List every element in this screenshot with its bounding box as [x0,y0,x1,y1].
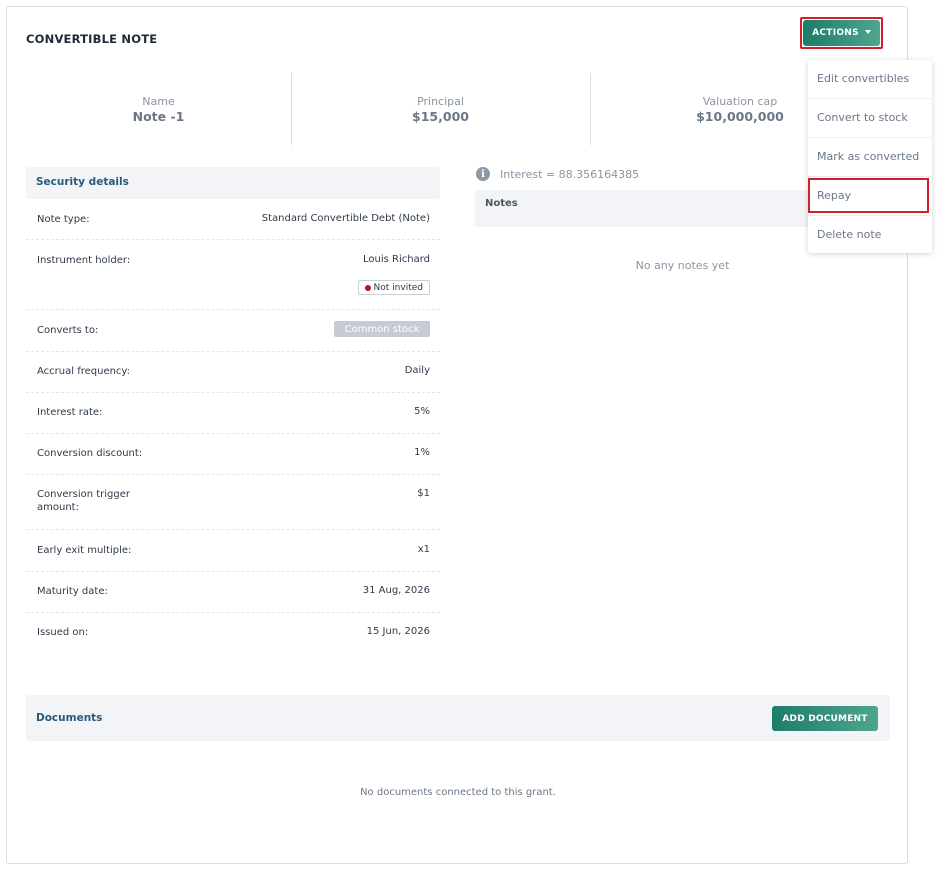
stat-value: $15,000 [412,109,469,124]
detail-key: Converts to: [37,325,99,336]
notes-empty-state: No any notes yet [635,259,730,272]
page-title: CONVERTIBLE NOTE [26,32,158,46]
detail-value: 5% [414,406,430,417]
actions-button[interactable]: ACTIONS [803,20,880,46]
status-badge-label: Not invited [373,282,423,293]
detail-row-instrument-holder: Instrument holder: Louis Richard Not inv… [26,254,440,310]
detail-key: Issued on: [37,627,89,638]
section-title: Security details [36,176,129,188]
detail-value: Standard Convertible Debt (Note) [261,213,430,224]
detail-row-converts-to: Converts to: Common stock [26,321,440,352]
detail-value: Daily [404,365,430,376]
menu-item-edit-convertibles[interactable]: Edit convertibles [808,60,932,99]
detail-key: Conversion trigger amount: [37,489,131,513]
detail-value: $1 [417,488,430,499]
detail-row-conversion-trigger: Conversion trigger amount: $1 [26,488,440,530]
menu-item-label: Edit convertibles [817,72,910,85]
stat-principal: Principal $15,000 [291,73,590,145]
interest-info: i Interest = 88.356164385 [476,167,639,181]
detail-value: x1 [417,544,430,555]
actions-label: ACTIONS [812,28,859,38]
convertible-note-card: CONVERTIBLE NOTE Name Note -1 Principal … [6,6,908,864]
detail-row-accrual-frequency: Accrual frequency: Daily [26,365,440,393]
info-icon: i [476,167,490,181]
menu-item-mark-as-converted[interactable]: Mark as converted [808,138,932,177]
stat-label: Principal [417,95,464,108]
add-document-button[interactable]: ADD DOCUMENT [772,706,878,731]
detail-key: Maturity date: [37,586,108,597]
detail-key: Interest rate: [37,407,103,418]
documents-empty-state: No documents connected to this grant. [360,787,556,798]
detail-row-issued-on: Issued on: 15 Jun, 2026 [26,626,440,654]
interest-text: Interest = 88.356164385 [500,167,640,181]
menu-item-delete-note[interactable]: Delete note [808,216,932,255]
menu-item-label: Convert to stock [817,111,908,124]
detail-value: 31 Aug, 2026 [362,585,430,596]
menu-item-label: Delete note [817,228,882,241]
status-badge: Not invited [357,280,430,295]
notes-title: Notes [485,198,518,209]
detail-row-conversion-discount: Conversion discount: 1% [26,447,440,475]
caret-down-icon [864,29,871,34]
stat-label: Name [142,95,175,108]
detail-row-maturity-date: Maturity date: 31 Aug, 2026 [26,585,440,613]
detail-row-interest-rate: Interest rate: 5% [26,406,440,434]
stat-value: Note -1 [132,109,185,124]
converts-to-badge: Common stock [334,321,430,337]
detail-value: 1% [414,447,430,458]
menu-item-label: Mark as converted [817,150,920,163]
detail-key: Conversion discount: [37,448,143,459]
stat-name: Name Note -1 [26,73,291,145]
actions-dropdown-menu: Edit convertibles Convert to stock Mark … [808,60,932,253]
documents-header: Documents ADD DOCUMENT [26,695,890,741]
menu-item-convert-to-stock[interactable]: Convert to stock [808,99,932,138]
detail-value: Louis Richard [363,254,430,265]
detail-row-note-type: Note type: Standard Convertible Debt (No… [26,213,440,240]
status-dot-icon [364,284,371,291]
documents-title: Documents [36,712,103,724]
detail-row-early-exit-multiple: Early exit multiple: x1 [26,544,440,572]
summary-stats: Name Note -1 Principal $15,000 Valuation… [26,73,890,145]
detail-key: Accrual frequency: [37,366,130,377]
detail-key: Instrument holder: [37,255,131,266]
repay-highlight [808,178,929,213]
detail-value: 15 Jun, 2026 [366,626,430,637]
security-details-header: Security details [26,167,440,199]
detail-key: Early exit multiple: [37,545,132,556]
detail-key: Note type: [37,214,90,225]
